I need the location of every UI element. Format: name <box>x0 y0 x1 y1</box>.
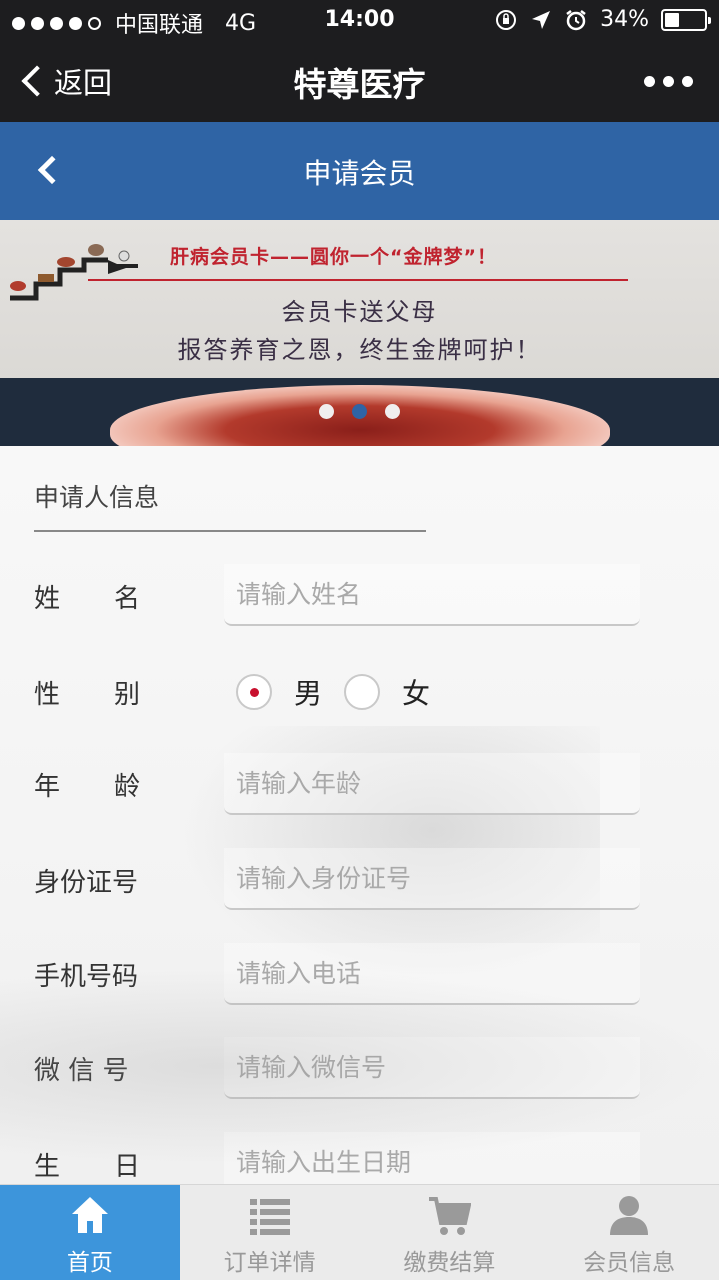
banner-divider <box>88 279 628 281</box>
gender-radio-group: 男 女 <box>236 672 460 712</box>
home-icon <box>71 1197 108 1233</box>
status-right: 34% <box>494 7 711 32</box>
birthday-input[interactable] <box>236 1148 640 1177</box>
list-icon <box>249 1199 290 1235</box>
gender-female-radio[interactable] <box>344 674 381 710</box>
age-label-char: 龄 <box>113 772 140 802</box>
tab-label: 会员信息 <box>583 1250 676 1276</box>
age-label: 年 龄 <box>34 766 140 803</box>
birthday-label-char: 日 <box>113 1152 140 1182</box>
nav-bar: 返回 特尊医疗 <box>0 40 719 122</box>
section-title: 申请人信息 <box>34 483 160 512</box>
birthday-label-char: 生 <box>34 1152 61 1182</box>
more-menu-icon[interactable] <box>644 76 693 87</box>
gender-male-label[interactable]: 男 <box>294 672 322 712</box>
banner-line-2: 报答养育之恩，终生金牌呵护！ <box>177 336 542 364</box>
name-label-char: 名 <box>113 584 140 614</box>
tab-home[interactable]: 首页 <box>0 1185 180 1280</box>
wechat-field[interactable] <box>224 1037 640 1099</box>
gender-label-char: 性 <box>34 680 61 710</box>
id-number-label: 身份证号 <box>34 868 139 898</box>
location-arrow-icon <box>532 10 551 29</box>
tab-label: 首页 <box>66 1250 113 1276</box>
name-field[interactable] <box>224 564 640 626</box>
battery-fill <box>665 12 679 27</box>
section-divider <box>34 530 426 532</box>
more-dot <box>663 76 674 87</box>
gender-female-label[interactable]: 女 <box>402 672 430 712</box>
tab-member-info[interactable]: 会员信息 <box>539 1185 719 1280</box>
bottom-tab-bar: 首页 订单详情 缴费结算 会员信息 <box>0 1184 719 1280</box>
more-dot <box>682 76 693 87</box>
rotation-lock-icon <box>496 9 517 30</box>
app-title: 特尊医疗 <box>293 65 426 104</box>
status-bar: 中国联通 4G 14:00 34% <box>0 0 719 40</box>
user-icon <box>610 1196 649 1235</box>
tab-order-details[interactable]: 订单详情 <box>180 1185 360 1280</box>
application-form: 申请人信息 姓 名 性 别 男 女 年 龄 身份证号 手机号码 微 信 号 <box>0 446 719 1184</box>
carousel-dot[interactable] <box>319 404 334 419</box>
id-number-field[interactable] <box>224 848 640 910</box>
banner-headline: 肝病会员卡——圆你一个“金牌梦”！ <box>170 246 497 268</box>
carousel-dot[interactable] <box>352 404 367 419</box>
carousel-pager <box>0 404 719 419</box>
birthday-label: 生 日 <box>34 1146 140 1183</box>
phone-field[interactable] <box>224 943 640 1005</box>
name-label-char: 姓 <box>34 584 61 614</box>
page-header: 申请会员 <box>0 122 719 220</box>
name-input[interactable] <box>236 580 640 609</box>
phone-label: 手机号码 <box>34 962 139 992</box>
wechat-label: 微 信 号 <box>34 1056 129 1086</box>
gender-label-char: 别 <box>113 680 140 710</box>
birthday-field[interactable] <box>224 1132 640 1184</box>
age-field[interactable] <box>224 753 640 815</box>
age-input[interactable] <box>236 769 640 798</box>
tab-label: 订单详情 <box>223 1250 316 1276</box>
tab-label: 缴费结算 <box>403 1250 496 1276</box>
phone-input[interactable] <box>236 959 640 988</box>
id-number-input[interactable] <box>236 864 640 893</box>
name-label: 姓 名 <box>34 578 140 615</box>
gender-male-radio[interactable] <box>236 674 272 710</box>
page-title: 申请会员 <box>303 157 416 190</box>
gender-label: 性 别 <box>34 674 140 711</box>
banner-line-1: 会员卡送父母 <box>281 298 438 326</box>
tab-payment[interactable]: 缴费结算 <box>360 1185 540 1280</box>
wechat-input[interactable] <box>236 1053 640 1082</box>
alarm-icon <box>566 9 586 30</box>
more-dot <box>644 76 655 87</box>
battery-icon <box>661 8 711 31</box>
age-label-char: 年 <box>34 772 61 802</box>
banner-carousel[interactable]: 肝病会员卡——圆你一个“金牌梦”！ 会员卡送父母 报答养育之恩，终生金牌呵护！ <box>0 220 719 446</box>
cart-icon <box>429 1197 472 1235</box>
carousel-dot[interactable] <box>385 404 400 419</box>
battery-percent: 34% <box>600 7 649 32</box>
